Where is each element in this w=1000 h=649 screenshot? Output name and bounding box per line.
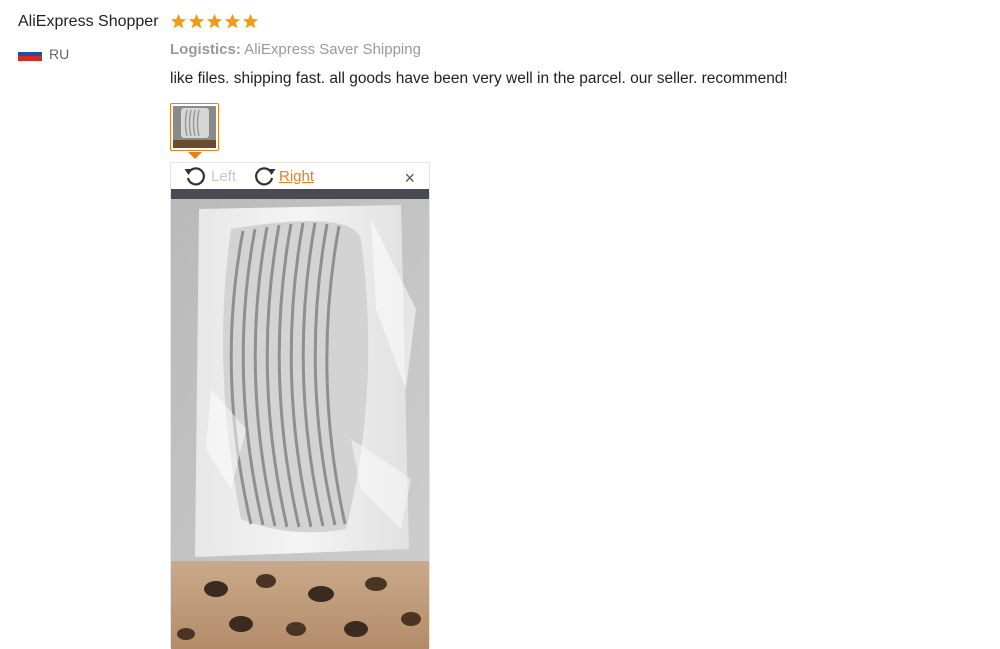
close-viewer-button[interactable]: ×: [404, 169, 415, 187]
rating-stars: [170, 13, 259, 30]
review-text: like files. shipping fast. all goods hav…: [170, 70, 788, 87]
rotate-right-label: Right: [279, 167, 315, 185]
reviewer-name: AliExpress Shopper: [18, 13, 159, 30]
review-photo-thumbnail[interactable]: [170, 103, 219, 151]
thumbnail-active-caret: [188, 152, 202, 159]
rotate-left-label: Left: [211, 167, 237, 185]
viewer-toolbar: Left Right ×: [171, 163, 429, 189]
photo-viewer: Left Right ×: [170, 162, 430, 649]
rotate-right-button[interactable]: Right: [251, 163, 314, 189]
logistics-label: Logistics:: [170, 41, 241, 58]
thumbnail-image: [173, 106, 216, 148]
star-icon: [170, 13, 187, 29]
rotate-left-button[interactable]: Left: [183, 163, 236, 189]
logistics-info: Logistics: AliExpress Saver Shipping: [170, 41, 421, 58]
country-code: RU: [49, 46, 70, 62]
reviewer-country: RU: [18, 46, 69, 62]
star-icon: [206, 13, 223, 29]
rotate-right-icon: [255, 167, 276, 186]
star-icon: [242, 13, 259, 29]
star-icon: [224, 13, 241, 29]
star-icon: [188, 13, 205, 29]
logistics-value: AliExpress Saver Shipping: [240, 41, 421, 58]
review-photo-large: [171, 189, 429, 649]
russia-flag-icon: [18, 47, 42, 61]
rotate-left-icon: [184, 167, 205, 186]
